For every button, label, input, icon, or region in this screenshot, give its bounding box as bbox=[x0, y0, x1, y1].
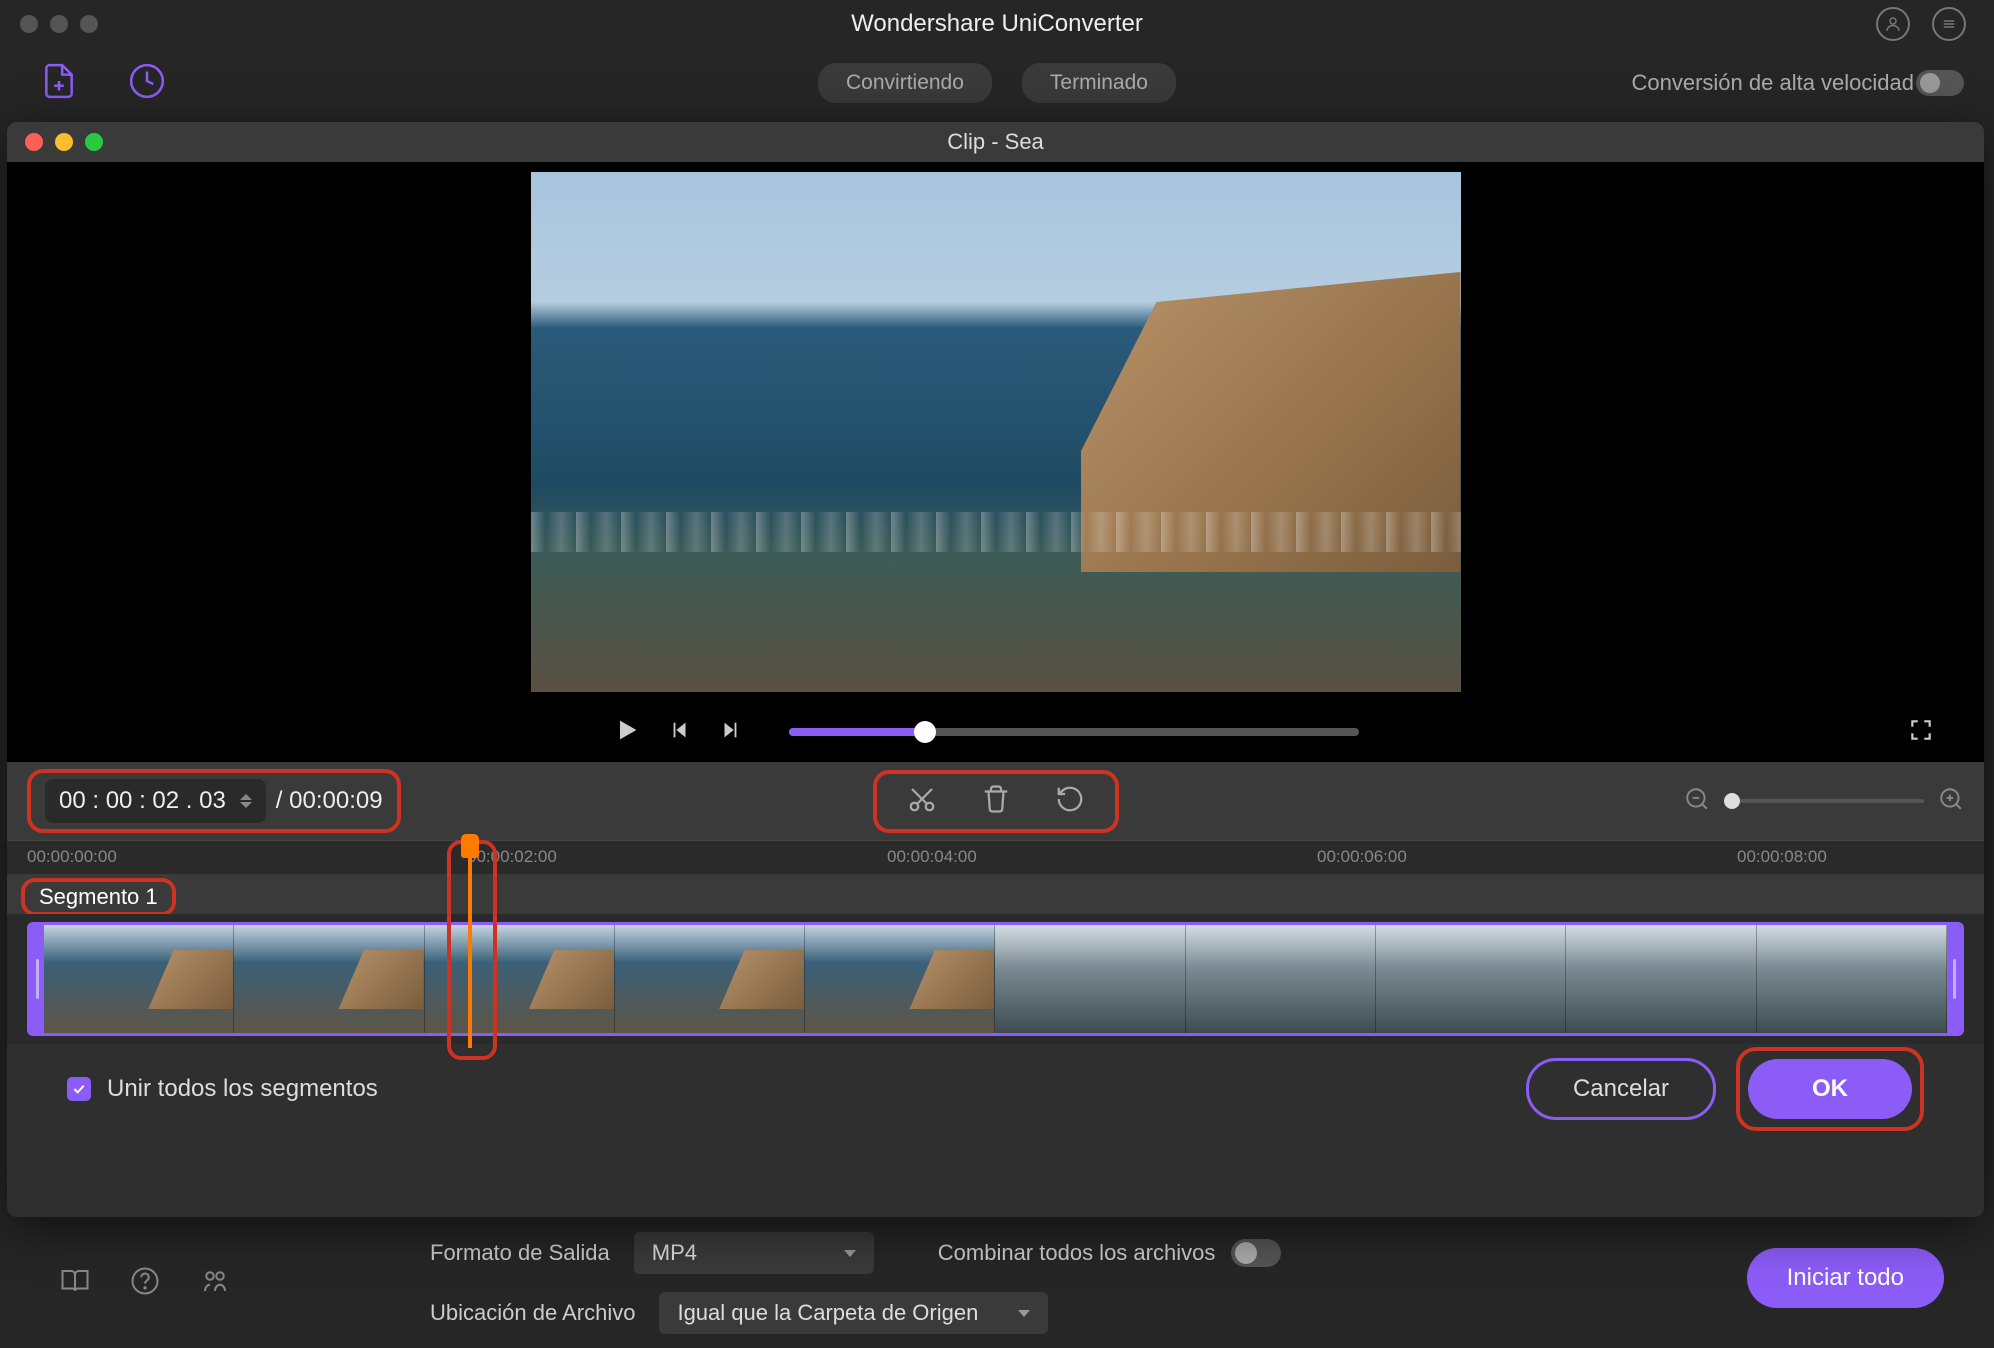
thumbnail bbox=[425, 925, 615, 1033]
thumbnail bbox=[1186, 925, 1376, 1033]
app-title: Wondershare UniConverter bbox=[851, 10, 1143, 38]
ruler-mark: 00:00:06:00 bbox=[1317, 847, 1407, 867]
thumbnail-strip bbox=[44, 925, 1947, 1033]
clip-editor-modal: Clip - Sea 00 : 00 : 02 . 03 / 00:00:0 bbox=[7, 122, 1984, 1217]
modal-titlebar: Clip - Sea bbox=[7, 122, 1984, 162]
thumbnail bbox=[44, 925, 234, 1033]
playback-controls bbox=[7, 702, 1984, 762]
menu-icon[interactable] bbox=[1932, 7, 1966, 41]
timeline-track[interactable] bbox=[7, 914, 1984, 1044]
tab-finished[interactable]: Terminado bbox=[1022, 63, 1176, 103]
playhead[interactable] bbox=[468, 842, 472, 1048]
ruler-mark: 00:00:04:00 bbox=[887, 847, 977, 867]
combine-files-label: Combinar todos los archivos bbox=[938, 1240, 1216, 1266]
add-file-icon[interactable] bbox=[40, 62, 78, 105]
minimize-icon[interactable] bbox=[55, 133, 73, 151]
high-speed-toggle[interactable] bbox=[1916, 70, 1964, 96]
timeline: 00:00:00:00 00:00:02:00 00:00:04:00 00:0… bbox=[7, 840, 1984, 1044]
share-icon[interactable] bbox=[200, 1266, 230, 1301]
start-all-button[interactable]: Iniciar todo bbox=[1747, 1248, 1944, 1308]
bottom-bar: Formato de Salida MP4 Combinar todos los… bbox=[0, 1218, 1994, 1348]
thumbnail bbox=[1376, 925, 1566, 1033]
output-format-value: MP4 bbox=[652, 1240, 697, 1266]
previous-frame-button[interactable] bbox=[669, 719, 691, 746]
next-frame-button[interactable] bbox=[719, 719, 741, 746]
file-location-value: Igual que la Carpeta de Origen bbox=[677, 1300, 978, 1326]
timecode-highlight: 00 : 00 : 02 . 03 / 00:00:09 bbox=[27, 769, 401, 833]
play-button[interactable] bbox=[613, 716, 641, 749]
undo-button[interactable] bbox=[1055, 784, 1085, 819]
action-bar: Unir todos los segmentos Cancelar OK bbox=[7, 1044, 1984, 1134]
segment-label: Segmento 1 bbox=[21, 878, 176, 916]
stepper-up-icon[interactable] bbox=[240, 794, 252, 800]
video-frame[interactable] bbox=[531, 172, 1461, 692]
trim-handle-right[interactable] bbox=[1947, 925, 1961, 1033]
zoom-controls bbox=[1684, 786, 1964, 817]
timeline-ruler[interactable]: 00:00:00:00 00:00:02:00 00:00:04:00 00:0… bbox=[7, 840, 1984, 874]
close-dot-icon[interactable] bbox=[20, 15, 38, 33]
file-location-label: Ubicación de Archivo bbox=[430, 1300, 635, 1326]
clip-segment[interactable] bbox=[27, 922, 1964, 1036]
zoom-slider[interactable] bbox=[1724, 799, 1924, 803]
scrubber-thumb[interactable] bbox=[914, 721, 936, 743]
close-icon[interactable] bbox=[25, 133, 43, 151]
account-icon[interactable] bbox=[1876, 7, 1910, 41]
fullscreen-button[interactable] bbox=[1908, 717, 1934, 748]
modal-title: Clip - Sea bbox=[947, 129, 1044, 155]
file-location-select[interactable]: Igual que la Carpeta de Origen bbox=[659, 1292, 1048, 1334]
tab-converting[interactable]: Convirtiendo bbox=[818, 63, 992, 103]
zoom-in-button[interactable] bbox=[1938, 786, 1964, 817]
ruler-mark: 00:00:00:00 bbox=[27, 847, 117, 867]
video-preview bbox=[7, 162, 1984, 702]
maximize-dot-icon[interactable] bbox=[80, 15, 98, 33]
ruler-mark: 00:00:02:00 bbox=[467, 847, 557, 867]
maximize-icon[interactable] bbox=[85, 133, 103, 151]
main-titlebar: Wondershare UniConverter bbox=[0, 0, 1994, 48]
tools-row: 00 : 00 : 02 . 03 / 00:00:09 bbox=[7, 762, 1984, 840]
main-toolbar: Convirtiendo Terminado Conversión de alt… bbox=[0, 48, 1994, 118]
thumbnail bbox=[995, 925, 1185, 1033]
thumbnail bbox=[1566, 925, 1756, 1033]
segment-label-row: Segmento 1 bbox=[7, 874, 1984, 914]
thumbnail bbox=[615, 925, 805, 1033]
delete-button[interactable] bbox=[981, 784, 1011, 819]
help-icon[interactable] bbox=[130, 1266, 160, 1301]
book-icon[interactable] bbox=[60, 1266, 90, 1301]
ok-highlight-annotation: OK bbox=[1736, 1047, 1924, 1131]
chevron-down-icon bbox=[844, 1250, 856, 1257]
merge-label: Unir todos los segmentos bbox=[107, 1075, 378, 1103]
zoom-thumb[interactable] bbox=[1724, 793, 1740, 809]
thumbnail bbox=[1757, 925, 1947, 1033]
cancel-button[interactable]: Cancelar bbox=[1526, 1058, 1716, 1120]
history-icon[interactable] bbox=[128, 62, 166, 105]
timecode-value: 00 : 00 : 02 . 03 bbox=[59, 787, 226, 815]
stepper-down-icon[interactable] bbox=[240, 802, 252, 808]
thumbnail bbox=[805, 925, 995, 1033]
timecode-stepper[interactable] bbox=[240, 794, 252, 808]
output-format-label: Formato de Salida bbox=[430, 1240, 610, 1266]
output-format-select[interactable]: MP4 bbox=[634, 1232, 874, 1274]
edit-tools-highlight bbox=[873, 770, 1119, 833]
ruler-mark: 00:00:08:00 bbox=[1737, 847, 1827, 867]
cut-button[interactable] bbox=[907, 784, 937, 819]
merge-checkbox[interactable] bbox=[67, 1077, 91, 1101]
ok-button[interactable]: OK bbox=[1748, 1059, 1912, 1119]
combine-files-toggle[interactable] bbox=[1231, 1239, 1281, 1267]
zoom-out-button[interactable] bbox=[1684, 786, 1710, 817]
scrubber-progress bbox=[789, 728, 926, 736]
playback-scrubber[interactable] bbox=[789, 728, 1359, 736]
thumbnail bbox=[234, 925, 424, 1033]
merge-segments-option[interactable]: Unir todos los segmentos bbox=[67, 1075, 378, 1103]
minimize-dot-icon[interactable] bbox=[50, 15, 68, 33]
timecode-total: / 00:00:09 bbox=[276, 787, 383, 815]
trim-handle-left[interactable] bbox=[30, 925, 44, 1033]
main-traffic-lights bbox=[20, 15, 98, 33]
timecode-input[interactable]: 00 : 00 : 02 . 03 bbox=[45, 779, 266, 823]
high-speed-label: Conversión de alta velocidad bbox=[1631, 70, 1914, 96]
chevron-down-icon bbox=[1018, 1310, 1030, 1317]
